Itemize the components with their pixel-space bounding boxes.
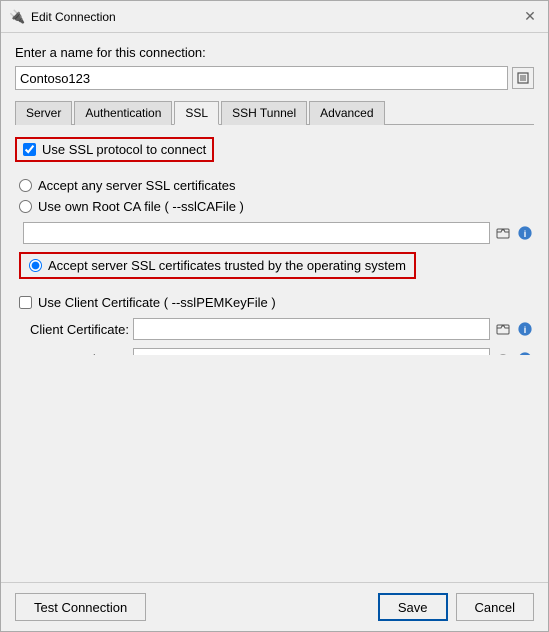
accept-os-highlighted: Accept server SSL certificates trusted b…: [19, 252, 416, 279]
connection-name-label: Enter a name for this connection:: [15, 45, 534, 60]
ssl-tab-content: Use SSL protocol to connect Accept any s…: [15, 137, 534, 355]
window-icon: 🔌: [9, 9, 25, 25]
root-ca-browse-icon[interactable]: [494, 224, 512, 242]
use-ssl-highlighted: Use SSL protocol to connect: [15, 137, 214, 162]
tabs: Server Authentication SSL SSH Tunnel Adv…: [15, 100, 534, 125]
root-ca-info-icon[interactable]: i: [516, 224, 534, 242]
use-root-ca-radio[interactable]: [19, 200, 32, 213]
client-cert-input[interactable]: [133, 318, 490, 340]
ssl-radio-group: Accept any server SSL certificates Use o…: [19, 178, 534, 279]
titlebar: 🔌 Edit Connection ✕: [1, 1, 548, 33]
use-ssl-row: Use SSL protocol to connect: [15, 137, 534, 162]
client-cert-browse-icon[interactable]: [494, 320, 512, 338]
connection-name-row: [15, 66, 534, 90]
use-ssl-label: Use SSL protocol to connect: [42, 142, 206, 157]
accept-os-label: Accept server SSL certificates trusted b…: [48, 258, 406, 273]
tab-ssh-tunnel[interactable]: SSH Tunnel: [221, 101, 307, 125]
dialog-content: Enter a name for this connection: Server…: [1, 33, 548, 582]
tab-authentication[interactable]: Authentication: [74, 101, 172, 125]
edit-connection-window: 🔌 Edit Connection ✕ Enter a name for thi…: [0, 0, 549, 632]
tab-server[interactable]: Server: [15, 101, 72, 125]
connection-name-input[interactable]: [15, 66, 508, 90]
client-cert-checkbox-label: Use Client Certificate ( --sslPEMKeyFile…: [38, 295, 276, 310]
test-connection-button[interactable]: Test Connection: [15, 593, 146, 621]
close-button[interactable]: ✕: [520, 7, 540, 27]
save-button[interactable]: Save: [378, 593, 448, 621]
footer: Test Connection Save Cancel: [1, 582, 548, 631]
connection-pick-icon[interactable]: [512, 67, 534, 89]
accept-os-radio[interactable]: [29, 259, 42, 272]
svg-text:i: i: [524, 229, 527, 239]
use-ssl-checkbox[interactable]: [23, 143, 36, 156]
svg-text:i: i: [524, 325, 527, 335]
client-cert-checkbox[interactable]: [19, 296, 32, 309]
tab-advanced[interactable]: Advanced: [309, 101, 384, 125]
client-cert-field-label: Client Certificate:: [19, 322, 129, 337]
use-root-ca-label: Use own Root CA file ( --sslCAFile ): [38, 199, 244, 214]
cancel-button[interactable]: Cancel: [456, 593, 534, 621]
window-title: Edit Connection: [31, 10, 520, 24]
accept-any-label: Accept any server SSL certificates: [38, 178, 236, 193]
client-cert-field-row: Client Certificate: i: [19, 318, 534, 340]
accept-os-row: Accept server SSL certificates trusted b…: [19, 252, 534, 279]
root-ca-input-row: i: [23, 222, 534, 244]
accept-any-radio[interactable]: [19, 179, 32, 192]
client-cert-checkbox-row: Use Client Certificate ( --sslPEMKeyFile…: [19, 295, 534, 310]
tab-ssl[interactable]: SSL: [174, 101, 219, 125]
use-root-ca-row: Use own Root CA file ( --sslCAFile ): [19, 199, 534, 214]
client-cert-info-icon[interactable]: i: [516, 320, 534, 338]
accept-any-row: Accept any server SSL certificates: [19, 178, 534, 193]
root-ca-input[interactable]: [23, 222, 490, 244]
